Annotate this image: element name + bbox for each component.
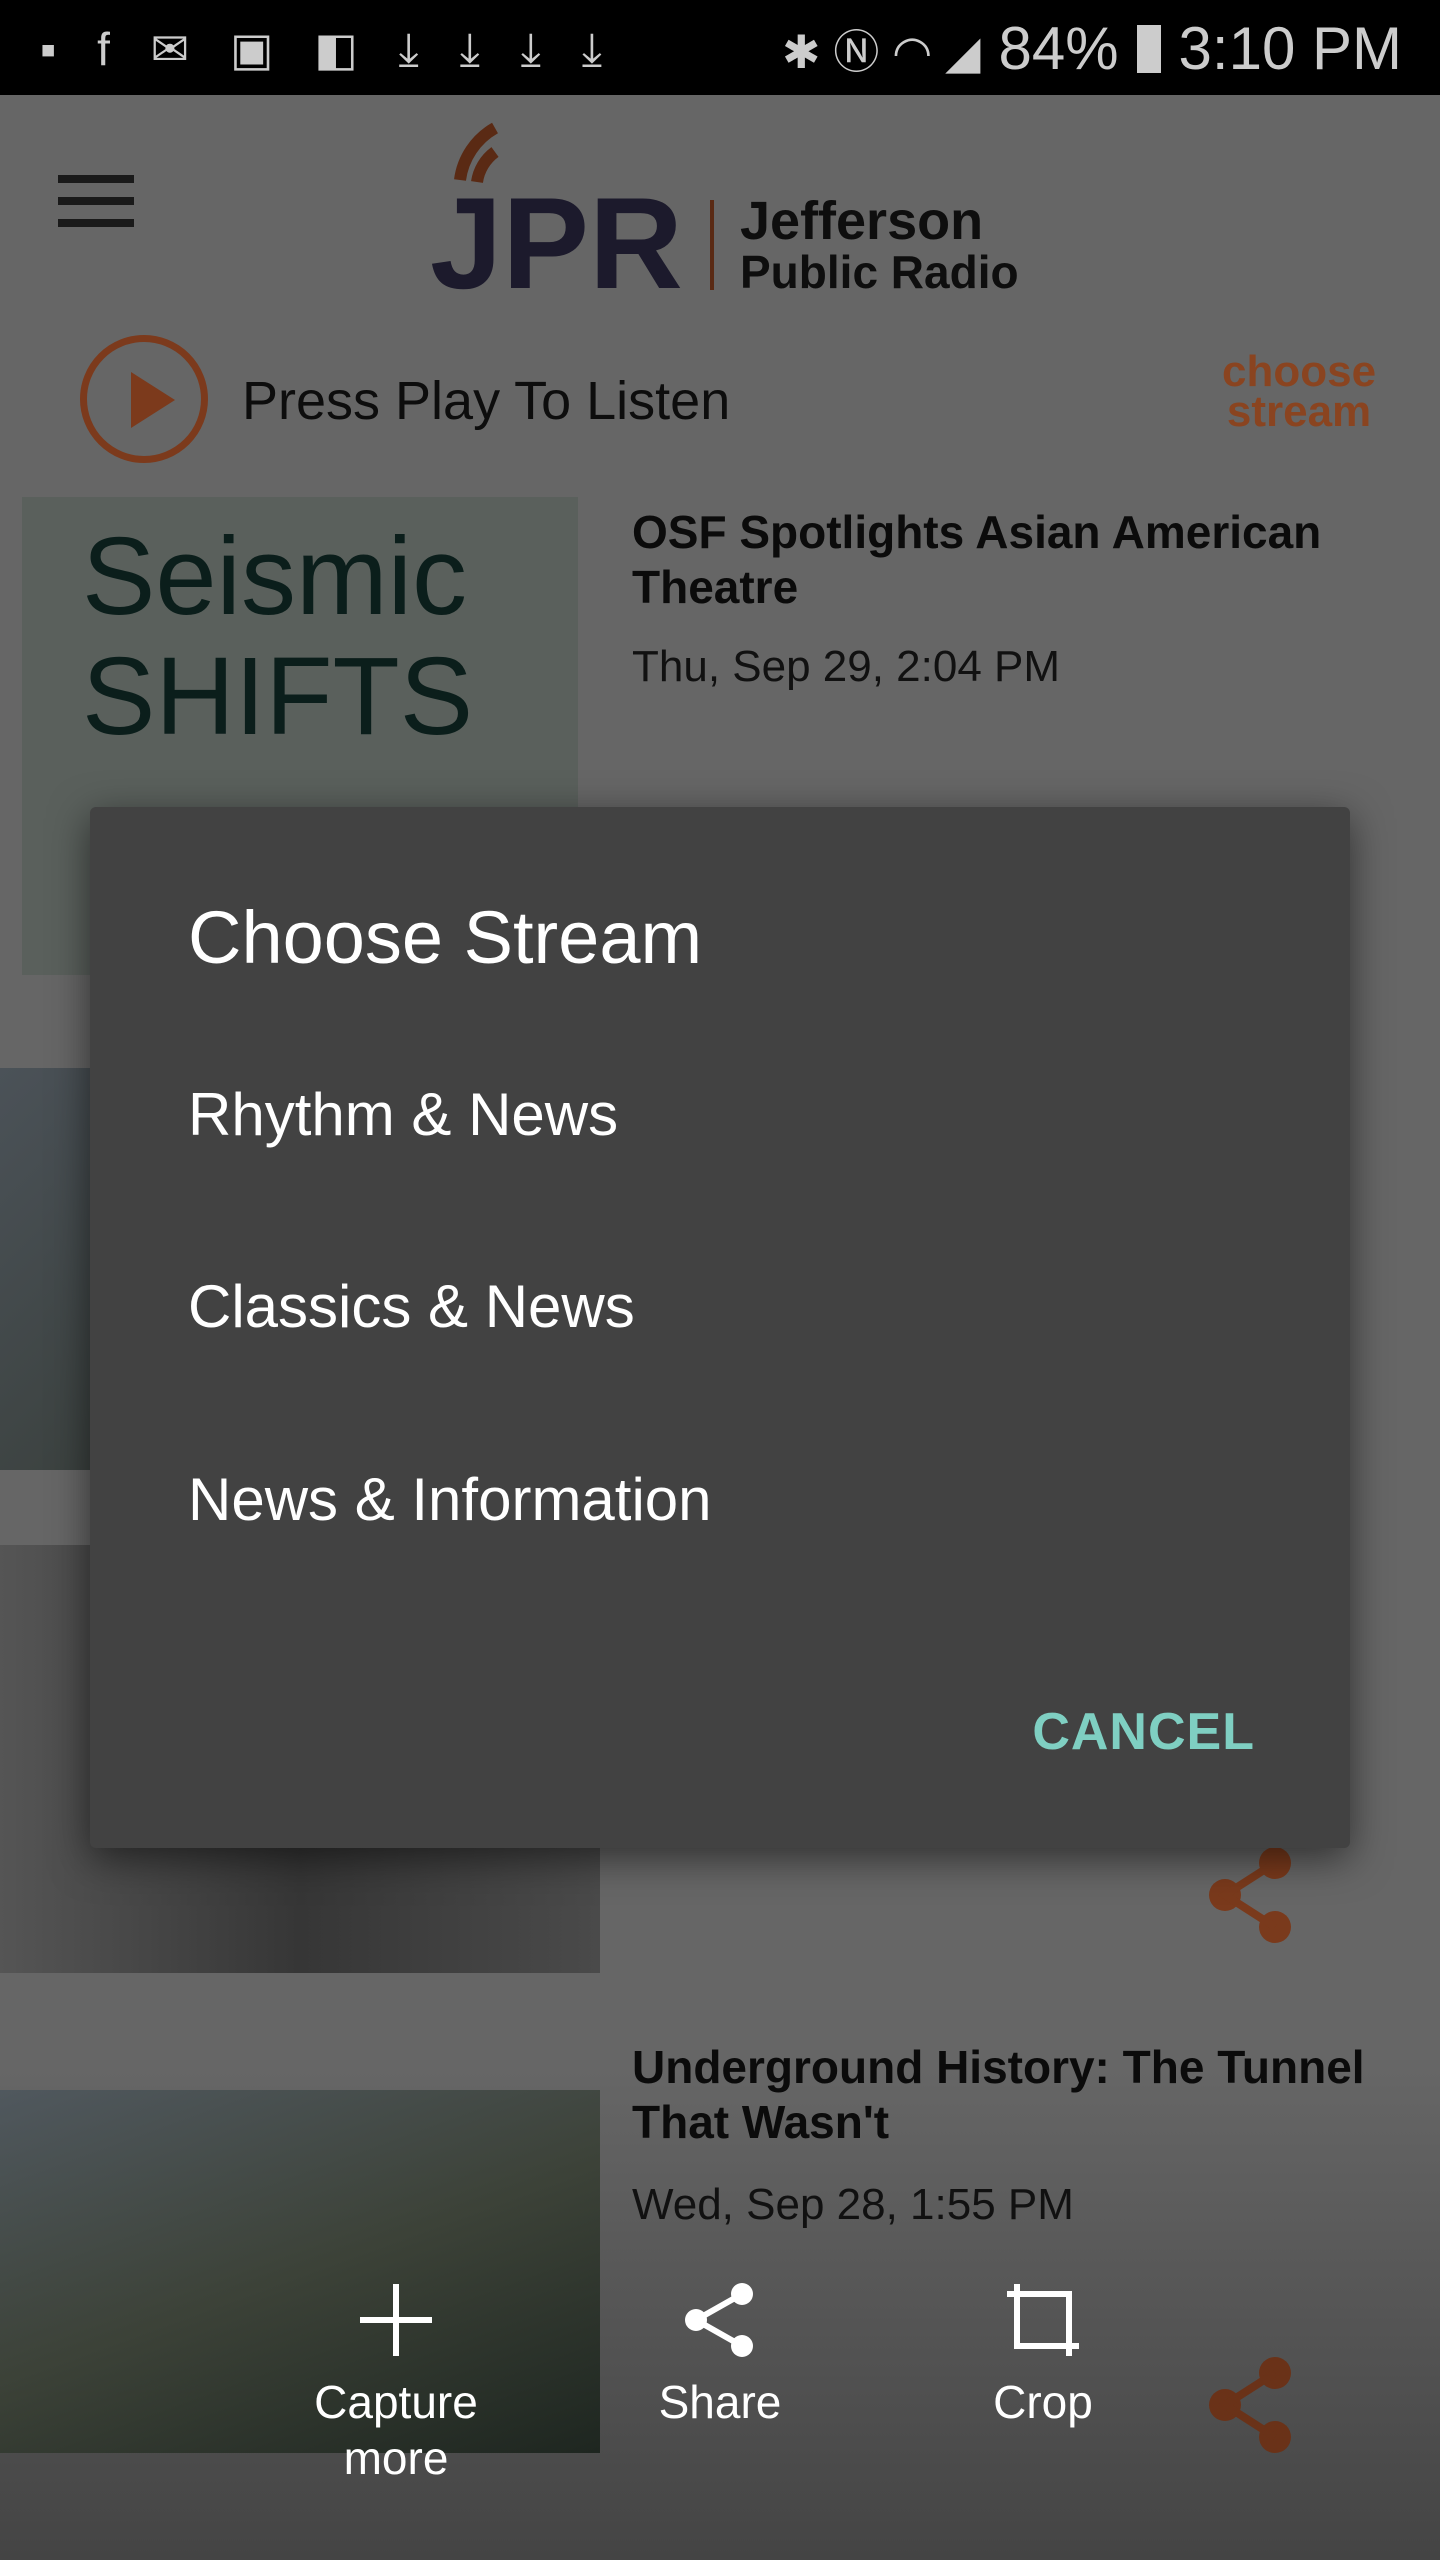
notification-icons: ▪ f ✉ ▣ ◧ ⤓ ⤓ ⤓ ⤓ — [40, 23, 617, 75]
menu-button[interactable] — [58, 175, 134, 227]
stream-option-news-information[interactable]: News & Information — [90, 1405, 1350, 1595]
status-bar: ▪ f ✉ ▣ ◧ ⤓ ⤓ ⤓ ⤓ ✱ Ⓝ ◠ ◢ 84% 3:10 PM — [0, 0, 1440, 95]
article-title[interactable]: Underground History: The Tunnel That Was… — [632, 2040, 1412, 2150]
crop-button[interactable]: Crop — [923, 2280, 1163, 2430]
logo-line2: Public Radio — [740, 246, 1019, 298]
bluetooth-icon: ✱ Ⓝ ◠ ◢ — [782, 25, 981, 78]
battery-icon — [1136, 24, 1161, 73]
screenshot-toolbar: Capture more Share Crop — [0, 2280, 1440, 2560]
article-title[interactable]: OSF Spotlights Asian American Theatre — [632, 505, 1412, 615]
dialog-title: Choose Stream — [188, 896, 703, 979]
logo-line1: Jefferson — [740, 191, 984, 251]
capture-more-button[interactable]: Capture more — [276, 2280, 516, 2486]
article-image-text: Seismic SHIFTS — [82, 515, 474, 758]
plus-icon — [360, 2284, 432, 2356]
share-screenshot-button[interactable]: Share — [600, 2280, 840, 2430]
stream-option-rhythm-news[interactable]: Rhythm & News — [90, 1020, 1350, 1210]
article-date: Wed, Sep 28, 1:55 PM — [632, 2180, 1074, 2229]
play-button[interactable] — [80, 335, 208, 463]
battery-percent: 84% — [998, 15, 1119, 82]
cancel-button[interactable]: CANCEL — [1032, 1702, 1255, 1762]
svg-text:JPR: JPR — [430, 170, 683, 300]
jpr-logo: JPR Jefferson Public Radio — [415, 120, 1035, 316]
stream-option-classics-news[interactable]: Classics & News — [90, 1212, 1350, 1402]
crop-icon — [1007, 2284, 1079, 2356]
share-icon[interactable] — [1205, 1845, 1295, 1945]
clock: 3:10 PM — [1178, 15, 1402, 82]
press-play-label: Press Play To Listen — [242, 371, 731, 431]
article-date: Thu, Sep 29, 2:04 PM — [632, 642, 1061, 691]
share-icon — [685, 2283, 753, 2357]
choose-stream-dialog: Choose Stream Rhythm & News Classics & N… — [90, 807, 1350, 1848]
choose-stream-button[interactable]: choose stream — [1222, 350, 1376, 434]
